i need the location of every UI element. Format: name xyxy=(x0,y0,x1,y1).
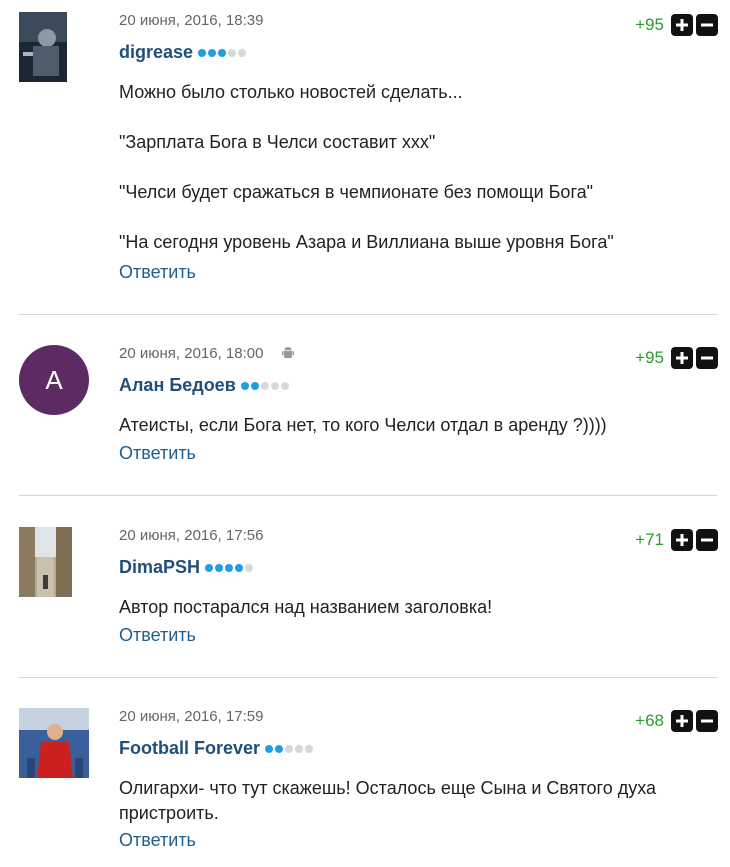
downvote-button[interactable] xyxy=(696,710,718,732)
plus-icon xyxy=(676,534,688,546)
vote-controls: +71 xyxy=(635,529,718,551)
comment-item: А 20 июня, 2016, 18:00 +95 Алан Бедоев А… xyxy=(0,345,730,475)
author-line: Football Forever xyxy=(119,738,314,759)
comment-item: 20 июня, 2016, 17:56 +71 DimaPSH Автор п… xyxy=(0,527,730,657)
comment-score: +95 xyxy=(635,348,664,367)
comment-score: +68 xyxy=(635,711,664,730)
divider xyxy=(19,677,717,678)
comment-date: 20 июня, 2016, 17:59 xyxy=(119,708,264,725)
reply-link[interactable]: Ответить xyxy=(119,625,196,646)
downvote-button[interactable] xyxy=(696,529,718,551)
avatar[interactable] xyxy=(19,708,89,778)
reply-link[interactable]: Ответить xyxy=(119,262,196,283)
comment-paragraph: "Челси будет сражаться в чемпионате без … xyxy=(119,182,594,202)
avatar[interactable] xyxy=(19,12,67,82)
comment-text: Атеисты, если Бога нет, то кого Челси от… xyxy=(119,413,710,438)
plus-icon xyxy=(676,19,688,31)
author-link[interactable]: DimaPSH xyxy=(119,557,200,578)
comment-date: 20 июня, 2016, 18:39 xyxy=(119,12,264,29)
reply-link[interactable]: Ответить xyxy=(119,443,196,464)
author-link[interactable]: Алан Бедоев xyxy=(119,375,236,396)
comment-date: 20 июня, 2016, 18:00 xyxy=(119,345,294,362)
comment-paragraph: "Зарплата Бога в Челси составит ххх" xyxy=(119,132,436,152)
upvote-button[interactable] xyxy=(671,14,693,36)
author-link[interactable]: digrease xyxy=(119,42,193,63)
plus-icon xyxy=(676,352,688,364)
comment-paragraph: Атеисты, если Бога нет, то кого Челси от… xyxy=(119,415,607,435)
vote-controls: +68 xyxy=(635,710,718,732)
avatar[interactable] xyxy=(19,527,72,597)
reply-link[interactable]: Ответить xyxy=(119,830,196,851)
downvote-button[interactable] xyxy=(696,14,718,36)
user-rank xyxy=(205,563,254,572)
vote-controls: +95 xyxy=(635,347,718,369)
upvote-button[interactable] xyxy=(671,347,693,369)
comment-paragraph: "На сегодня уровень Азара и Виллиана выш… xyxy=(119,232,614,252)
upvote-button[interactable] xyxy=(671,710,693,732)
author-line: digrease xyxy=(119,42,247,63)
divider xyxy=(19,495,717,496)
user-rank xyxy=(265,744,314,753)
comment-date: 20 июня, 2016, 17:56 xyxy=(119,527,264,544)
comment-text: Можно было столько новостей сделать... "… xyxy=(119,80,710,255)
upvote-button[interactable] xyxy=(671,529,693,551)
minus-icon xyxy=(701,538,713,542)
divider xyxy=(19,314,717,315)
comment-item: 20 июня, 2016, 18:39 +95 digrease Можно … xyxy=(0,12,730,312)
author-link[interactable]: Football Forever xyxy=(119,738,260,759)
avatar-letter: А xyxy=(19,345,89,415)
comment-item: 20 июня, 2016, 17:59 +68 Football Foreve… xyxy=(0,708,730,867)
comment-text: Автор постарался над названием заголовка… xyxy=(119,595,710,620)
author-line: DimaPSH xyxy=(119,557,254,578)
minus-icon xyxy=(701,23,713,27)
comment-paragraph: Автор постарался над названием заголовка… xyxy=(119,597,493,617)
minus-icon xyxy=(701,356,713,360)
comment-text: Олигархи- что тут скажешь! Осталось еще … xyxy=(119,776,700,826)
user-rank xyxy=(240,381,289,390)
avatar[interactable]: А xyxy=(19,345,89,415)
vote-controls: +95 xyxy=(635,14,718,36)
comment-paragraph: Можно было столько новостей сделать... xyxy=(119,82,463,102)
comment-paragraph: Олигархи- что тут скажешь! Осталось еще … xyxy=(119,778,657,823)
comment-score: +95 xyxy=(635,15,664,34)
comment-score: +71 xyxy=(635,530,664,549)
android-icon xyxy=(281,347,294,358)
plus-icon xyxy=(676,715,688,727)
downvote-button[interactable] xyxy=(696,347,718,369)
minus-icon xyxy=(701,719,713,723)
user-rank xyxy=(198,48,247,57)
author-line: Алан Бедоев xyxy=(119,375,289,396)
